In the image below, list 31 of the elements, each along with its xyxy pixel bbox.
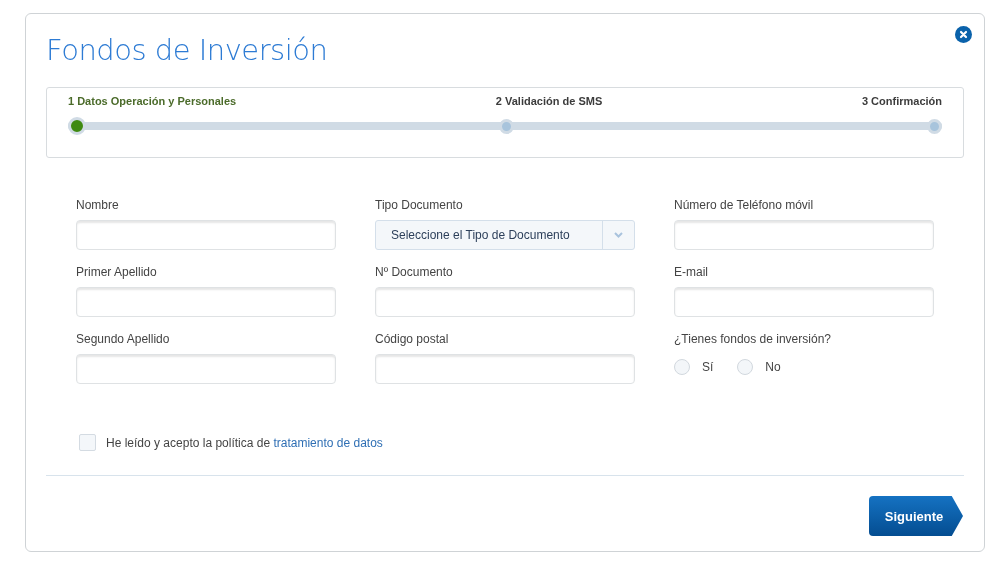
caret-icon [614,232,623,238]
input-field[interactable] [375,354,635,384]
consent-text: He leído y acepto la política de tratamiento de datos [106,435,383,450]
input-field[interactable] [375,287,635,317]
field-label: Nº Documento [375,265,454,280]
input-field[interactable] [76,354,336,384]
step-label: 1 Datos Operación y Personales [68,95,237,107]
field-label: Código postal [375,332,450,347]
field-label: ¿Tienes fondos de inversión? [674,332,832,347]
input-field[interactable] [674,287,934,317]
input-field[interactable] [76,287,336,317]
radio-button[interactable] [674,359,690,375]
radio-label: No [765,360,781,374]
close-icon[interactable] [955,26,972,43]
field-label: Nombre [76,198,120,213]
radio-label: Sí [702,360,714,374]
input-field[interactable] [76,220,336,250]
field-label: Primer Apellido [76,265,158,280]
field-label: Segundo Apellido [76,332,171,347]
step-label: 3 Confirmación [861,95,942,107]
checkbox[interactable] [79,434,96,451]
policy-link[interactable]: tratamiento de datos [273,435,383,450]
next-button[interactable]: Siguiente [869,496,963,536]
field-label: Número de Teléfono móvil [674,198,815,213]
dialog-title: Fondos de Inversión [46,32,329,68]
field-label: Tipo Documento [375,198,464,213]
dropdown-field[interactable]: Seleccione el Tipo de Documento [375,220,635,250]
input-field[interactable] [674,220,934,250]
field-label: E-mail [674,265,709,280]
step-label: 2 Validación de SMS [495,95,603,107]
radio-button[interactable] [737,359,754,375]
